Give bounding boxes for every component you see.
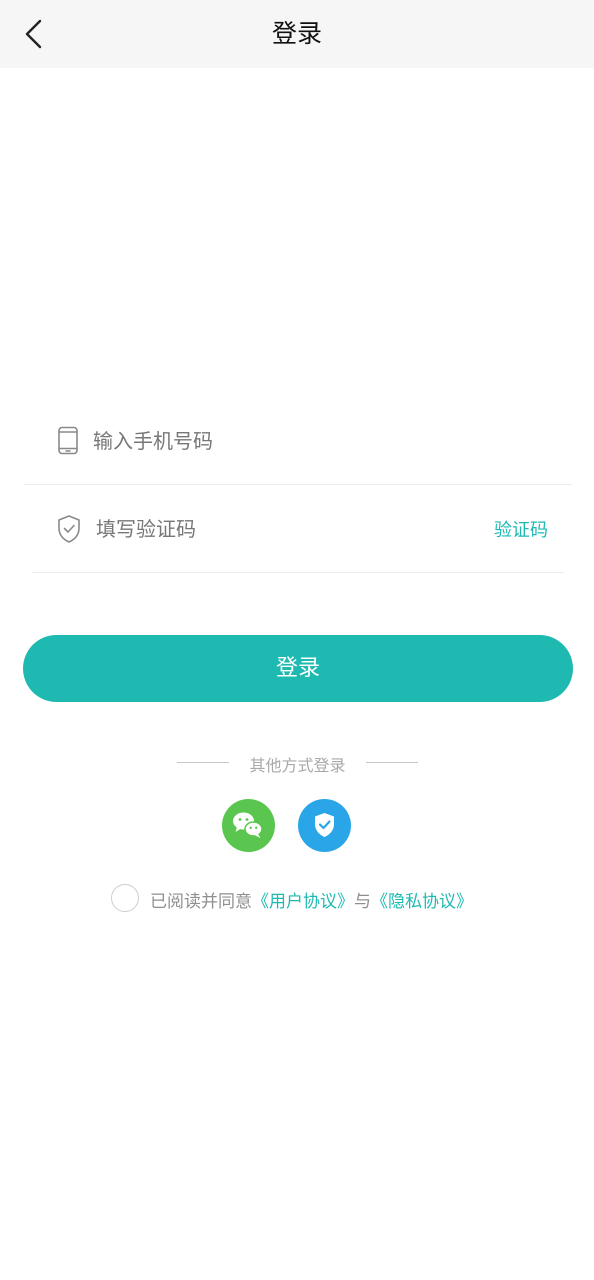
code-field: 验证码: [32, 486, 564, 573]
other-login-label: 其他方式登录: [249, 756, 346, 775]
phone-field: [24, 398, 572, 485]
agreement-text: 已阅读并同意《用户协议》与《隐私协议》: [150, 887, 473, 912]
privacy-agreement-link[interactable]: 《隐私协议》: [371, 892, 473, 912]
secure-login-button[interactable]: [298, 799, 351, 852]
get-code-button[interactable]: 验证码: [494, 516, 548, 542]
agreement-checkbox[interactable]: [111, 884, 139, 912]
agreement-and: 与: [354, 892, 371, 912]
user-agreement-link[interactable]: 《用户协议》: [252, 892, 354, 912]
agreement-prefix: 已阅读并同意: [150, 892, 252, 912]
header-bar: 登录: [0, 0, 594, 68]
divider-left: [177, 762, 229, 763]
login-button[interactable]: 登录: [23, 635, 573, 702]
code-input[interactable]: [96, 508, 456, 550]
wechat-login-button[interactable]: [222, 799, 275, 852]
shield-check-icon: [56, 514, 80, 544]
page-title: 登录: [271, 19, 322, 48]
phone-input[interactable]: [93, 420, 533, 462]
divider-right: [366, 762, 418, 763]
phone-icon: [57, 426, 81, 456]
